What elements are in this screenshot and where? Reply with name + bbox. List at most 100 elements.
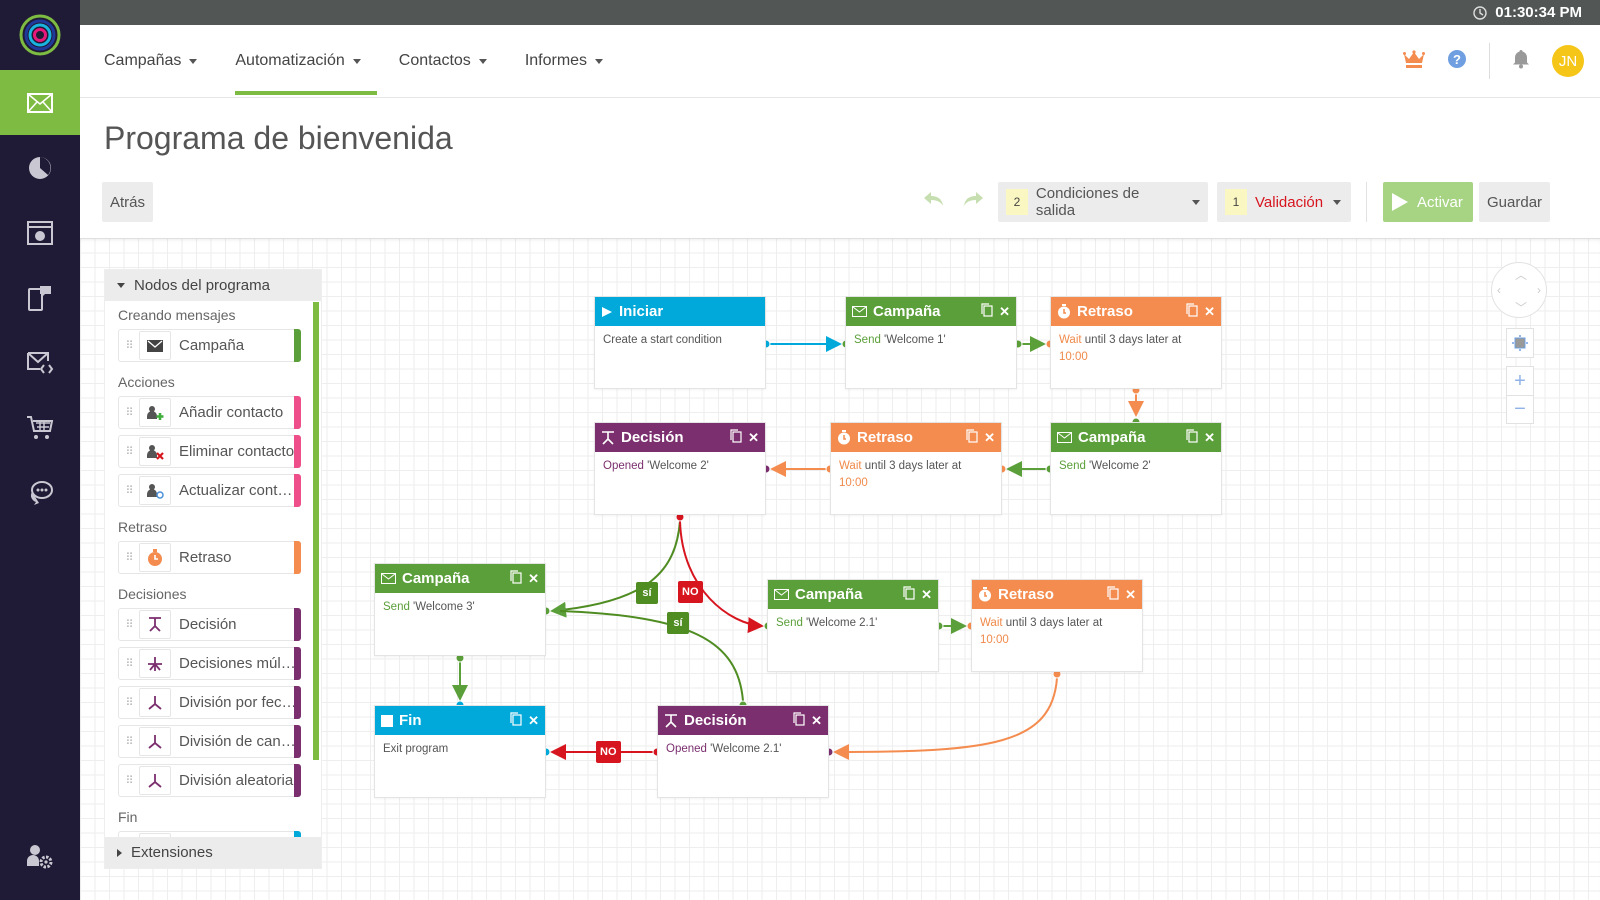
palette-item-retraso[interactable]: ⠿ Retraso [118,541,301,574]
node-header[interactable]: Fin ✕ [375,706,545,735]
delete-node-button[interactable]: ✕ [1204,304,1215,320]
drag-handle-icon[interactable]: ⠿ [119,735,139,748]
undo-icon [924,192,943,206]
upgrade-crown-button[interactable] [1403,49,1425,73]
drag-handle-icon[interactable]: ⠿ [119,445,139,458]
node-header[interactable]: Decisión ✕ [658,706,828,735]
menu-reports[interactable]: Informes [525,25,619,97]
drag-handle-icon[interactable]: ⠿ [119,657,139,670]
node-header[interactable]: Campaña ✕ [375,564,545,593]
drag-handle-icon[interactable]: ⠿ [119,551,139,564]
validation-dropdown[interactable]: 1 Validación [1217,182,1351,222]
drag-handle-icon[interactable]: ⠿ [119,406,139,419]
back-button[interactable]: Atrás [102,182,154,222]
pan-left-icon[interactable]: ‹ [1497,283,1501,297]
pan-up-icon[interactable]: ︿ [1515,266,1527,283]
duplicate-node-button[interactable] [730,429,742,446]
node-header[interactable]: Retraso ✕ [972,580,1142,609]
delete-node-button[interactable]: ✕ [748,430,759,446]
node-description: 'Welcome 2' [643,460,709,472]
duplicate-node-button[interactable] [966,429,978,446]
node-header[interactable]: Campaña ✕ [846,297,1016,326]
menu-contacts[interactable]: Contactos [399,25,503,97]
node-delay2[interactable]: Retraso ✕ Wait until 3 days later at 10:… [830,422,1002,515]
palette-item-division-por-fecha[interactable]: ⠿ División por fecha [118,686,301,719]
duplicate-node-button[interactable] [1107,586,1119,603]
zoom-in-button[interactable]: + [1514,367,1526,395]
duplicate-node-button[interactable] [903,586,915,603]
palette-item-campana[interactable]: ⠿ Campaña [118,329,301,362]
node-camp2[interactable]: Campaña ✕ Send 'Welcome 2' [1050,422,1222,515]
duplicate-node-button[interactable] [510,712,522,729]
app-logo[interactable] [0,0,80,70]
sidebar-item-email[interactable] [0,70,80,135]
extensions-header[interactable]: Extensiones [105,837,321,868]
menu-campaigns[interactable]: Campañas [104,25,213,97]
sidebar-item-ecommerce[interactable] [0,395,80,460]
undo-button[interactable] [923,190,945,213]
delete-node-button[interactable]: ✕ [528,713,539,729]
node-header[interactable]: Campaña ✕ [1051,423,1221,452]
notifications-button[interactable] [1512,49,1530,74]
palette-scrollbar[interactable] [313,302,319,760]
sidebar-item-transactional[interactable] [0,330,80,395]
duplicate-node-button[interactable] [793,712,805,729]
node-header[interactable]: Iniciar [595,297,765,326]
node-header[interactable]: Decisión ✕ [595,423,765,452]
drag-handle-icon[interactable]: ⠿ [119,618,139,631]
palette-item-decisiones-multiples[interactable]: ⠿ Decisiones múltiples [118,647,301,680]
delete-node-button[interactable]: ✕ [984,430,995,446]
duplicate-node-button[interactable] [1186,303,1198,320]
sidebar-item-chat[interactable] [0,460,80,525]
delete-node-button[interactable]: ✕ [1204,430,1215,446]
palette-item-division-aleatoria[interactable]: ⠿ División aleatoria [118,764,301,797]
palette-item-color-bar [294,764,301,797]
save-button[interactable]: Guardar [1479,182,1551,222]
palette-item-division-de-cantidad[interactable]: ⠿ División de cantidad [118,725,301,758]
palette-item-actualizar-contacto[interactable]: ⠿ Actualizar contacto [118,474,301,507]
node-camp21[interactable]: Campaña ✕ Send 'Welcome 2.1' [767,579,939,672]
node-header[interactable]: Retraso ✕ [1051,297,1221,326]
sidebar-item-sms[interactable] [0,265,80,330]
sidebar-item-landing-pages[interactable] [0,200,80,265]
pan-down-icon[interactable]: ﹀ [1515,299,1527,316]
palette-header[interactable]: Nodos del programa [105,270,321,301]
help-button[interactable]: ? [1447,49,1467,74]
node-camp1[interactable]: Campaña ✕ Send 'Welcome 1' [845,296,1017,389]
node-dec1[interactable]: Decisión ✕ Opened 'Welcome 2' [594,422,766,515]
exit-conditions-dropdown[interactable]: 2 Condiciones de salida [998,182,1208,222]
zoom-out-button[interactable]: − [1514,396,1526,422]
redo-button[interactable] [962,190,984,213]
node-start[interactable]: Iniciar Create a start condition [594,296,766,389]
fit-to-screen-button[interactable] [1506,328,1534,358]
node-header[interactable]: Retraso ✕ [831,423,1001,452]
node-end[interactable]: Fin ✕ Exit program [374,705,546,798]
node-dec2[interactable]: Decisión ✕ Opened 'Welcome 2.1' [657,705,829,798]
duplicate-node-button[interactable] [1186,429,1198,446]
delete-node-button[interactable]: ✕ [999,304,1010,320]
drag-handle-icon[interactable]: ⠿ [119,484,139,497]
pan-right-icon[interactable]: › [1537,283,1541,297]
delete-node-button[interactable]: ✕ [528,571,539,587]
drag-handle-icon[interactable]: ⠿ [119,696,139,709]
user-avatar[interactable]: JN [1552,45,1584,77]
duplicate-node-button[interactable] [510,570,522,587]
delete-node-button[interactable]: ✕ [921,587,932,603]
sidebar-item-reports[interactable] [0,135,80,200]
sidebar-item-account-settings[interactable] [0,844,80,870]
delete-node-button[interactable]: ✕ [811,713,822,729]
palette-item-anadir-contacto[interactable]: ⠿ Añadir contacto [118,396,301,429]
node-delay1[interactable]: Retraso ✕ Wait until 3 days later at 10:… [1050,296,1222,389]
menu-automation[interactable]: Automatización [235,25,378,97]
node-camp3[interactable]: Campaña ✕ Send 'Welcome 3' [374,563,546,656]
drag-handle-icon[interactable]: ⠿ [119,339,139,352]
palette-item-decision[interactable]: ⠿ Decisión [118,608,301,641]
pan-control[interactable]: ︿ ﹀ ‹ › [1491,262,1547,318]
activate-button[interactable]: Activar [1383,182,1473,222]
drag-handle-icon[interactable]: ⠿ [119,774,139,787]
delete-node-button[interactable]: ✕ [1125,587,1136,603]
node-header[interactable]: Campaña ✕ [768,580,938,609]
palette-item-eliminar-contacto[interactable]: ⠿ Eliminar contacto [118,435,301,468]
duplicate-node-button[interactable] [981,303,993,320]
node-delay3[interactable]: Retraso ✕ Wait until 3 days later at 10:… [971,579,1143,672]
